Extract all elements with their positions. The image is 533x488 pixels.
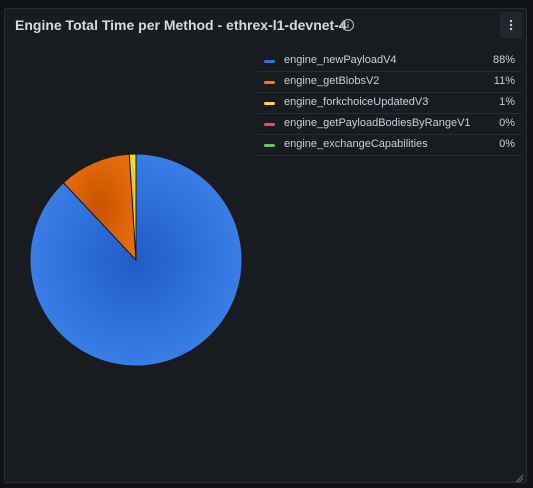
pie-chart-panel: Engine Total Time per Method - ethrex-l1… [4, 8, 527, 483]
legend-percent-value: 1% [499, 96, 515, 108]
panel-menu-button[interactable] [500, 12, 522, 38]
legend-percent-value: 11% [493, 75, 515, 87]
legend-label: engine_exchangeCapabilities [284, 138, 428, 150]
legend-table: engine_newPayloadV4 88% engine_getBlobsV2 1… [257, 51, 521, 156]
legend-row[interactable]: engine_newPayloadV4 88% [257, 51, 521, 72]
legend-color-swatch [264, 81, 275, 84]
legend-percent-value: 88% [492, 54, 515, 66]
legend-color-swatch [264, 144, 275, 147]
legend-color-swatch [264, 102, 275, 105]
legend-percent-value: 0% [499, 138, 515, 150]
legend-color-swatch [264, 123, 275, 126]
legend-row[interactable]: engine_getPayloadBodiesByRangeV1 0% [257, 114, 521, 135]
legend-row[interactable]: engine_forkchoiceUpdatedV3 1% [257, 93, 521, 114]
legend-label: engine_getBlobsV2 [284, 75, 380, 87]
pie-chart [29, 153, 243, 367]
legend-color-swatch [264, 60, 275, 63]
legend-row[interactable]: engine_getBlobsV2 11% [257, 72, 521, 93]
vertical-ellipsis-icon [509, 19, 513, 31]
legend-label: engine_newPayloadV4 [284, 54, 397, 66]
info-circle-icon[interactable] [341, 18, 355, 32]
legend-row[interactable]: engine_exchangeCapabilities 0% [257, 135, 521, 156]
legend-label: engine_getPayloadBodiesByRangeV1 [284, 117, 471, 129]
legend-label: engine_forkchoiceUpdatedV3 [284, 96, 429, 108]
legend-percent-value: 0% [499, 117, 515, 129]
resize-handle-icon[interactable] [514, 470, 524, 483]
